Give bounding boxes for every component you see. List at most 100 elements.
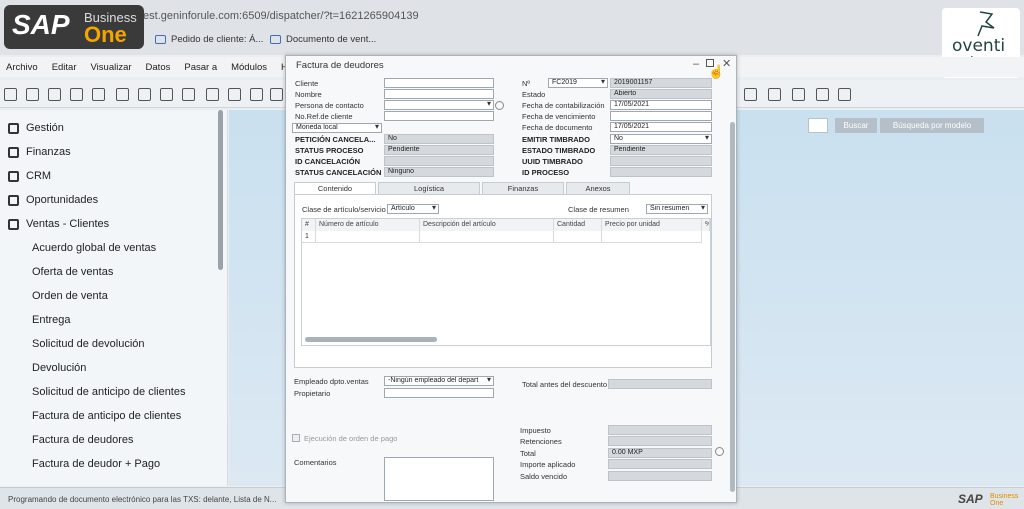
estado-label: Estado xyxy=(522,90,546,99)
calendar-icon[interactable] xyxy=(744,88,757,101)
id-proceso-label: ID PROCESO xyxy=(522,168,570,177)
total-field: 0.00 MXP xyxy=(608,448,712,458)
noref-field[interactable] xyxy=(384,111,494,121)
propietario-field[interactable] xyxy=(384,388,494,398)
menu-pasar-a[interactable]: Pasar a xyxy=(184,62,217,73)
excel-icon[interactable] xyxy=(92,88,105,101)
menu-archivo[interactable]: Archivo xyxy=(6,62,38,73)
table-cell[interactable] xyxy=(602,231,702,243)
menu-modulos[interactable]: Módulos xyxy=(231,62,267,73)
sidebar-sub-devolucion[interactable]: Devolución xyxy=(32,362,86,374)
sidebar-sub-oferta[interactable]: Oferta de ventas xyxy=(32,266,113,278)
sidebar-sub-entrega[interactable]: Entrega xyxy=(32,314,71,326)
comentarios-textarea[interactable] xyxy=(384,457,494,501)
crm-icon xyxy=(8,170,19,182)
sidebar-item-crm[interactable]: CRM xyxy=(8,170,51,182)
menu-visualizar[interactable]: Visualizar xyxy=(91,62,132,73)
first-record-icon[interactable] xyxy=(250,88,263,101)
peticion-cancelacion-label: PETICIÓN CANCELA... xyxy=(295,135,376,144)
bookmark-documento[interactable]: Documento de vent... xyxy=(270,34,376,45)
cliente-field[interactable] xyxy=(384,78,494,88)
empleado-label: Empleado dpto.ventas xyxy=(294,377,369,386)
table-scrollbar[interactable] xyxy=(305,337,437,342)
status-cancelacion-field: Ninguno xyxy=(384,167,494,177)
menu-datos[interactable]: Datos xyxy=(146,62,171,73)
table-cell[interactable] xyxy=(420,231,554,243)
info-icon[interactable] xyxy=(495,101,504,110)
sidebar-sub-solicitud-devolucion[interactable]: Solicitud de devolución xyxy=(32,338,145,350)
persona-contacto-select[interactable] xyxy=(384,100,494,110)
sidebar-item-finanzas[interactable]: Finanzas xyxy=(8,146,71,158)
column-header[interactable]: Precio por unidad xyxy=(602,219,702,231)
help-icon[interactable] xyxy=(792,88,805,101)
sidebar-sub-factura-anticipo[interactable]: Factura de anticipo de clientes xyxy=(32,410,181,422)
clase-articulo-select[interactable]: Artículo xyxy=(387,204,439,214)
sidebar-item-gestion[interactable]: Gestión xyxy=(8,122,64,134)
search-input[interactable] xyxy=(808,118,828,133)
minimize-icon[interactable]: – xyxy=(693,58,699,70)
window-scrollbar[interactable] xyxy=(730,122,735,492)
column-header[interactable]: % xyxy=(702,219,710,231)
status-message: Programando de documento electrónico par… xyxy=(8,495,277,504)
address-bar[interactable]: test.geninforule.com:6509/dispatcher/?t=… xyxy=(140,10,419,22)
print-preview-icon[interactable] xyxy=(48,88,61,101)
nombre-field[interactable] xyxy=(384,89,494,99)
column-header[interactable]: Cantidad xyxy=(554,219,602,231)
cliente-label: Cliente xyxy=(295,79,319,88)
ejecucion-checkbox[interactable] xyxy=(292,434,300,442)
footer-business-one: Business One xyxy=(990,493,1019,507)
word-icon[interactable] xyxy=(138,88,151,101)
email-icon[interactable] xyxy=(26,88,39,101)
column-header[interactable]: Descripción del artículo xyxy=(420,219,554,231)
footer-sap-logo: SAP xyxy=(958,492,983,506)
table-cell[interactable] xyxy=(554,231,602,243)
add-icon[interactable] xyxy=(228,88,241,101)
sidebar-sub-solicitud-anticipo[interactable]: Solicitud de anticipo de clientes xyxy=(32,386,185,398)
emitir-timbrado-select[interactable]: No xyxy=(610,134,712,144)
buscar-button[interactable]: Buscar xyxy=(835,118,877,133)
peticion-cancelacion-field: No xyxy=(384,134,494,144)
settings-icon[interactable] xyxy=(838,88,851,101)
find-icon[interactable] xyxy=(182,88,195,101)
sidebar-scrollbar[interactable] xyxy=(218,110,223,270)
sidebar-item-oportunidades[interactable]: Oportunidades xyxy=(8,194,98,206)
bookmark-pedido[interactable]: Pedido de cliente: Á... xyxy=(155,34,263,45)
status-cancelacion-label: STATUS CANCELACIÓN xyxy=(295,168,382,177)
binoculars-icon[interactable] xyxy=(206,88,219,101)
sidebar-sub-orden[interactable]: Orden de venta xyxy=(32,290,108,302)
table-cell[interactable] xyxy=(316,231,420,243)
sidebar-sub-factura-deudores[interactable]: Factura de deudores xyxy=(32,434,134,446)
print-icon[interactable] xyxy=(70,88,83,101)
sidebar-item-ventas[interactable]: Ventas - Clientes xyxy=(8,218,109,230)
finanzas-icon xyxy=(8,146,19,158)
user-icon[interactable] xyxy=(768,88,781,101)
empleado-select[interactable]: -Ningún empleado del depart xyxy=(384,376,494,386)
fecha-contab-field[interactable]: 17/05/2021 xyxy=(610,100,712,110)
menu-editar[interactable]: Editar xyxy=(52,62,77,73)
sidebar-sub-acuerdo[interactable]: Acuerdo global de ventas xyxy=(32,242,156,254)
numero-field: 2019001157 xyxy=(610,78,712,88)
bookmark-label: Pedido de cliente: Á... xyxy=(171,34,264,45)
clase-articulo-label: Clase de artículo/servicio xyxy=(302,205,386,214)
fecha-venc-field[interactable] xyxy=(610,111,712,121)
sidebar-item-label: Oportunidades xyxy=(26,194,99,206)
previous-record-icon[interactable] xyxy=(270,88,283,101)
bookmark-label: Documento de vent... xyxy=(286,34,377,45)
column-header[interactable]: Número de artículo xyxy=(316,219,420,231)
oventi-text: oventi xyxy=(952,36,1006,56)
serie-select[interactable]: FC2019 xyxy=(548,78,608,88)
pdf-icon[interactable] xyxy=(116,88,129,101)
sidebar-item-label: Finanzas xyxy=(26,146,71,158)
status-proceso-label: STATUS PROCESO xyxy=(295,146,364,155)
busqueda-modelo-button[interactable]: Búsqueda por modelo xyxy=(880,118,984,133)
clase-resumen-select[interactable]: Sin resumen xyxy=(646,204,708,214)
new-icon[interactable] xyxy=(4,88,17,101)
fecha-doc-field[interactable]: 17/05/2021 xyxy=(610,122,712,132)
total-antes-field xyxy=(608,379,712,389)
document-icon[interactable] xyxy=(816,88,829,101)
moneda-select[interactable]: Moneda local xyxy=(292,123,382,133)
status-proceso-field: Pendiente xyxy=(384,145,494,155)
move-icon[interactable] xyxy=(160,88,173,101)
sidebar-sub-factura-pago[interactable]: Factura de deudor + Pago xyxy=(32,458,160,470)
info-icon[interactable] xyxy=(715,447,724,456)
